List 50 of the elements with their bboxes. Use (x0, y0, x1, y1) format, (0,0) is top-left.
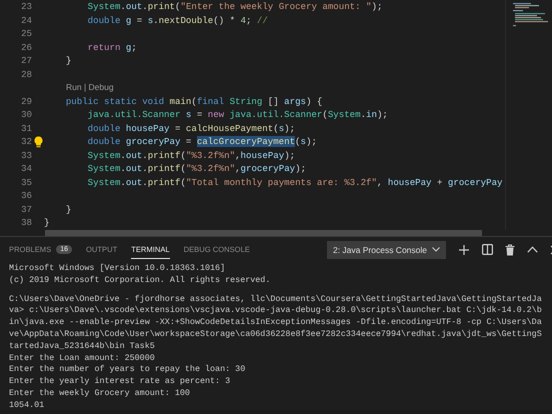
code-line: double groceryPay = calcGroceryPayment(s); (86, 135, 317, 148)
line-number: 25 (20, 27, 32, 40)
terminal-line: Enter the Loan amount: 250000 (9, 352, 156, 364)
terminal-line: Enter the number of years to repay the loan: 30 (9, 364, 246, 376)
line-number: 27 (20, 54, 32, 68)
line-number: 29 (20, 94, 32, 108)
code-line: double g = s.nextDouble() * 4; // (86, 14, 268, 27)
line-number: 35 (20, 176, 32, 189)
terminal-line: (c) 2019 Microsoft Corporation. All rights reserved. (9, 274, 272, 287)
code-line: } (64, 202, 72, 216)
line-number: 26 (20, 40, 32, 54)
terminal-line: Enter the weekly Grocery amount: 100 (9, 388, 191, 400)
terminal-line: Microsoft Windows [Version 10.0.18363.1016] (9, 263, 226, 275)
line-number: 24 (20, 14, 32, 27)
code-line: System.out.printf("%3.2f%n",housePay); (86, 148, 296, 162)
terminal-line: in\java.exe --enable-preview -XX:+ShowCodeDetailsInExceptionMessages -Dfile.encoding=UTF-8 -cp C:\Users\Da (9, 317, 543, 329)
terminal-dropdown[interactable]: 2: Java Process Console (326, 240, 446, 258)
terminal-line: tartedJava_5231644b\bin Task5 (9, 340, 156, 353)
line-number: 32 (20, 135, 32, 148)
line-number: 33 (20, 148, 32, 162)
line-number: 28 (20, 68, 32, 81)
code-line: } (44, 216, 50, 230)
code-line: System.out.print("Enter the weekly Grocery amount: "); (86, 0, 382, 14)
code-line: double housePay = calcHousePayment(s); (86, 122, 296, 135)
chevron-up-icon[interactable] (527, 246, 538, 253)
line-number: 31 (20, 122, 32, 135)
terminal-line: ve\AppData\Roaming\Code\User\workspaceStorage\ca06d36228e8f3ee7282c334eece7994\redhat.java\jdt_ws\GettingS (9, 328, 543, 341)
code-line: System.out.printf("Total monthly payments are: %3.2f", housePay + groceryPay (86, 176, 502, 189)
line-number: 38 (20, 216, 32, 230)
terminal-line: C:\Users\Dave\OneDrive - fjordhorse associates, llc\Documents\Coursera\GettingStartedJava\GettingStartedJa (9, 294, 543, 306)
code-line: return g; (86, 40, 137, 54)
add-icon[interactable] (458, 244, 470, 256)
run-debug-codelens[interactable]: Run | Debug (44, 81, 114, 94)
terminal-line: Enter the yearly interest rate as percent: 3 (9, 376, 232, 388)
line-number: 34 (20, 162, 32, 176)
line-number: 23 (20, 0, 32, 14)
code-line: java.util.Scanner s = new java.util.Scanner(System.in); (86, 108, 388, 122)
trash-icon[interactable] (505, 244, 515, 256)
chevron-down-icon[interactable] (432, 247, 440, 252)
terminal-line: va> c:\Users\Dave\.vscode\extensions\vscjava.vscode-java-debug-0.28.0\scripts\launcher.bat C:\jdk-14.0.2\b (9, 305, 543, 318)
line-number: 37 (20, 202, 32, 216)
terminal-line: 1054.01 (9, 400, 46, 412)
line-number: 36 (20, 189, 32, 202)
scrollbar[interactable] (45, 230, 482, 236)
code-line: public static void main(final String [] args) { (64, 94, 322, 108)
split-icon[interactable] (482, 244, 493, 255)
code-line: System.out.printf("%3.2f%n",groceryPay); (86, 162, 306, 176)
lightbulb-icon[interactable] (34, 136, 43, 148)
code-line: } (64, 54, 72, 68)
line-number: 30 (20, 108, 32, 122)
